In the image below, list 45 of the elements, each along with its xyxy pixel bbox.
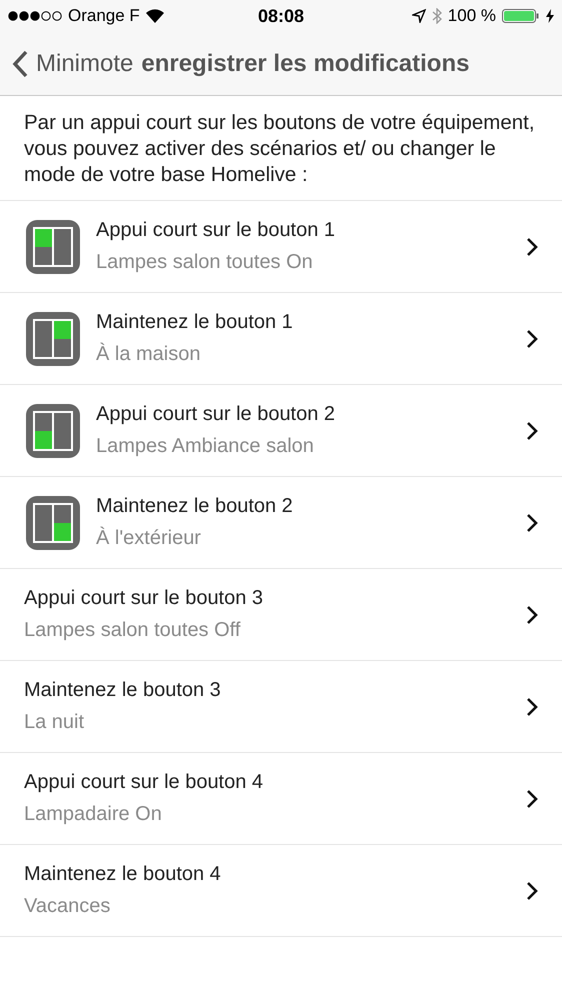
list-row[interactable]: Maintenez le bouton 4 Vacances — [0, 845, 562, 937]
row-subtitle: Lampadaire On — [24, 803, 163, 826]
signal-icon — [8, 11, 62, 21]
row-subtitle: Vacances — [24, 895, 112, 918]
row-subtitle: Lampes salon toutes Off — [24, 619, 242, 642]
list-row[interactable]: Maintenez le bouton 1 À la maison — [0, 293, 562, 385]
back-button[interactable]: Minimote — [12, 50, 134, 78]
row-title: Appui court sur le bouton 2 — [96, 403, 336, 426]
list-row[interactable]: Appui court sur le bouton 1 Lampes salon toutes On — [0, 201, 562, 293]
row-subtitle: Lampes salon toutes On — [96, 251, 314, 274]
chevron-icon — [526, 236, 538, 256]
row-title: Appui court sur le bouton 4 — [24, 771, 264, 794]
row-title: Maintenez le bouton 3 — [24, 679, 222, 702]
row-subtitle: Lampes Ambiance salon — [96, 435, 315, 458]
carrier-name: Orange F — [68, 6, 140, 26]
row-title: Maintenez le bouton 1 — [96, 311, 294, 334]
chevron-icon — [526, 328, 538, 348]
list-row[interactable]: Maintenez le bouton 2 À l'extérieur — [0, 477, 562, 569]
intro-text: Par un appui court sur les boutons de votre équipement, vous pouvez activer des scénarios et/ ou changer le mode de votre base Homelive : — [0, 96, 562, 201]
row-subtitle: La nuit — [24, 711, 86, 734]
row-title: Maintenez le bouton 2 — [96, 495, 294, 518]
clock-time: 08:08 — [258, 6, 304, 26]
page-title: enregistrer les modifications — [141, 50, 470, 78]
chevron-icon — [526, 880, 538, 900]
row-subtitle: À la maison — [96, 343, 202, 366]
chevron-icon — [526, 788, 538, 808]
row-subtitle: À l'extérieur — [96, 527, 202, 550]
row-title: Appui court sur le bouton 3 — [24, 587, 264, 610]
battery-percentage: 100 % — [448, 6, 496, 26]
location-arrow-icon — [412, 9, 426, 23]
list-row[interactable]: Appui court sur le bouton 2 Lampes Ambiance salon — [0, 385, 562, 477]
row-title: Appui court sur le bouton 1 — [96, 219, 336, 242]
list-row[interactable]: Maintenez le bouton 3 La nuit — [0, 661, 562, 753]
chevron-icon — [526, 696, 538, 716]
chevron-icon — [526, 512, 538, 532]
row-title: Maintenez le bouton 4 — [24, 863, 222, 886]
list-row[interactable]: Appui court sur le bouton 3 Lampes salon toutes Off — [0, 569, 562, 661]
chevron-icon — [526, 420, 538, 440]
battery-icon — [502, 9, 540, 23]
chevron-icon — [526, 604, 538, 624]
charging-bolt-icon — [546, 9, 554, 23]
wifi-icon — [146, 9, 164, 23]
bluetooth-icon — [432, 8, 442, 24]
back-chevron-icon — [12, 50, 28, 78]
list-row[interactable]: Appui court sur le bouton 4 Lampadaire On — [0, 753, 562, 845]
